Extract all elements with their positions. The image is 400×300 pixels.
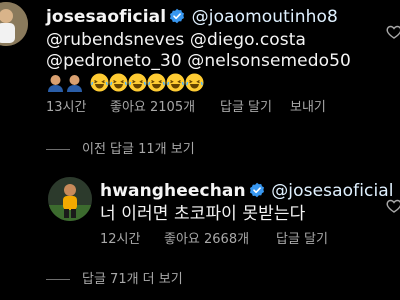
avatar[interactable] — [48, 177, 92, 221]
comments-panel: josesaoficial @joaomoutinho8 @rubendsnev… — [0, 0, 400, 300]
person-emoji-icon — [65, 73, 84, 92]
comment-body: josesaoficial @joaomoutinho8 @rubendsnev… — [46, 7, 376, 94]
likes-count[interactable]: 좋아요 2105개 — [110, 96, 195, 115]
reply-button[interactable]: 답글 달기 — [276, 228, 328, 247]
laughing-emoji-icon — [90, 73, 109, 92]
laughing-emoji-icon — [185, 73, 204, 92]
view-more-replies-label: 답글 71개 더 보기 — [82, 272, 183, 287]
divider-line — [46, 149, 70, 150]
avatar[interactable] — [0, 2, 28, 46]
comment-timestamp: 13시간 — [46, 100, 87, 115]
mention-link[interactable]: @joaomoutinho8 — [192, 7, 338, 27]
reply-username[interactable]: hwangheechan — [100, 181, 246, 201]
laughing-emoji-icon — [147, 73, 166, 92]
laughing-emoji-icon — [109, 73, 128, 92]
reply-body: hwangheechan @josesaoficial 너 이러면 초코파이 못… — [100, 181, 394, 225]
person-emoji-icon — [46, 73, 65, 92]
mention-link[interactable]: @josesaoficial — [271, 181, 393, 201]
like-heart-icon[interactable] — [386, 24, 400, 40]
view-more-replies-button[interactable]: 답글 71개 더 보기 — [46, 268, 183, 287]
laughing-emoji-icon — [128, 73, 147, 92]
comment-username[interactable]: josesaoficial — [46, 7, 166, 27]
send-button[interactable]: 보내기 — [290, 96, 326, 115]
reply-meta: 12시간 좋아요 2668개 답글 달기 — [100, 228, 380, 247]
comment-meta: 13시간 좋아요 2105개 답글 달기 보내기 — [46, 96, 376, 115]
reply-timestamp: 12시간 — [100, 232, 141, 247]
view-previous-replies-button[interactable]: 이전 답글 11개 보기 — [46, 138, 195, 157]
reply-button[interactable]: 답글 달기 — [220, 96, 272, 115]
mention-line[interactable]: @rubendsneves @diego.costa — [46, 30, 376, 51]
verified-badge-icon — [249, 182, 265, 204]
laughing-emoji-icon — [166, 73, 185, 92]
divider-line — [46, 279, 70, 280]
likes-count[interactable]: 좋아요 2668개 — [164, 228, 249, 247]
verified-badge-icon — [169, 8, 185, 30]
like-heart-icon[interactable] — [386, 198, 400, 214]
emoji-line — [46, 73, 376, 94]
view-previous-replies-label: 이전 답글 11개 보기 — [82, 142, 195, 157]
reply-text: 너 이러면 초코파이 못받는다 — [100, 204, 306, 224]
mention-line[interactable]: @pedroneto_30 @nelsonsemedo50 — [46, 51, 376, 72]
